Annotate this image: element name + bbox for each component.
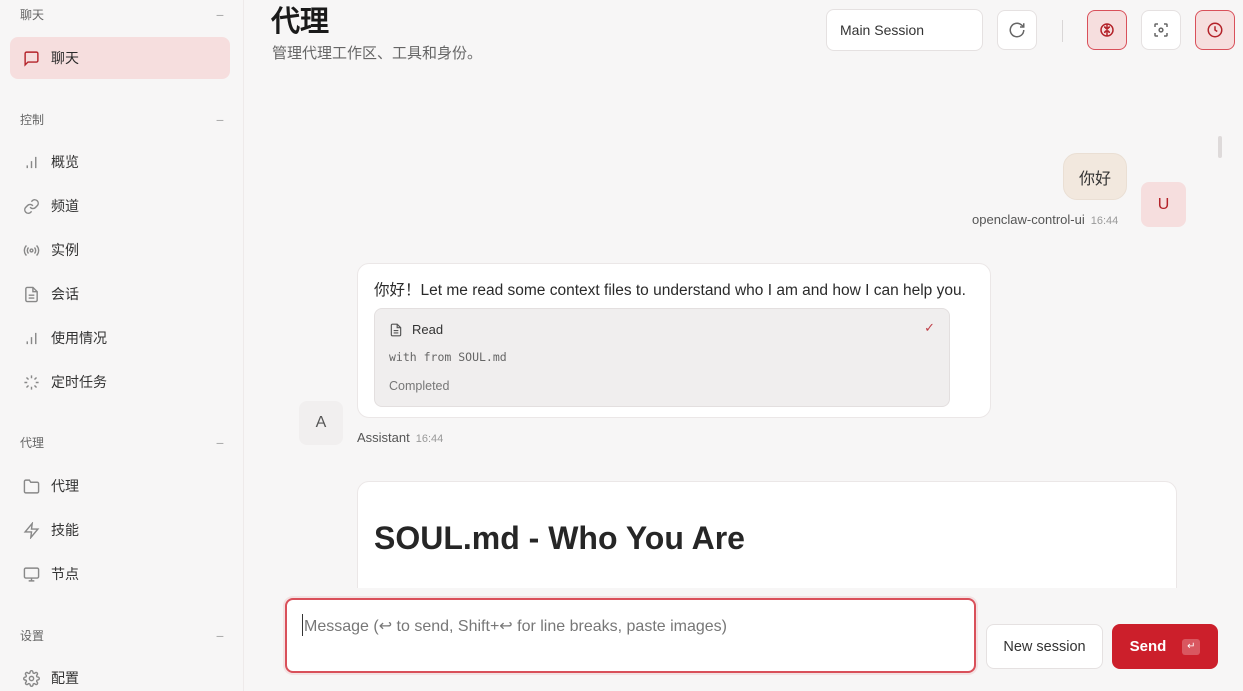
sidebar-item-channels[interactable]: 频道 xyxy=(10,185,230,227)
tool-call-header: Read xyxy=(389,322,443,337)
sidebar-item-label: 使用情况 xyxy=(51,330,107,346)
sidebar-section-title: 控制 xyxy=(20,113,45,127)
enter-key-icon: ↵ xyxy=(1182,638,1201,655)
refresh-icon xyxy=(1009,22,1025,38)
assistant-avatar-letter: A xyxy=(315,414,327,431)
user-message-bubble: 你好 xyxy=(1063,153,1127,200)
sidebar-item-label: 代理 xyxy=(51,478,79,494)
gear-icon xyxy=(22,669,40,687)
link-icon xyxy=(22,197,40,215)
send-button[interactable]: Send ↵ xyxy=(1112,624,1218,669)
lightning-icon xyxy=(22,521,40,539)
header-divider xyxy=(1062,20,1063,42)
bar-chart-icon xyxy=(22,329,40,347)
history-button[interactable] xyxy=(1195,10,1235,50)
message-input-container[interactable] xyxy=(285,598,976,673)
new-session-label: New session xyxy=(1003,638,1086,655)
sidebar: 聊天 − 聊天 控制 − 概览 频道 实例 会话 使用情况 定时任务 代理 − … xyxy=(0,0,244,691)
monitor-icon xyxy=(22,565,40,583)
broadcast-icon xyxy=(22,241,40,259)
page-title: 代理 xyxy=(271,6,330,38)
sidebar-item-instances[interactable]: 实例 xyxy=(10,229,230,271)
text-caret xyxy=(302,614,303,636)
sidebar-section-title: 聊天 xyxy=(20,8,45,22)
sidebar-section-settings[interactable]: 设置 − xyxy=(20,627,224,644)
tool-call-detail: with from SOUL.md xyxy=(389,350,507,364)
clock-icon xyxy=(1207,22,1223,38)
collapse-icon[interactable]: − xyxy=(216,113,224,127)
sidebar-item-label: 概览 xyxy=(51,154,79,170)
sidebar-item-label: 定时任务 xyxy=(51,374,107,390)
user-avatar-letter: U xyxy=(1157,195,1170,213)
sidebar-item-overview[interactable]: 概览 xyxy=(10,141,230,183)
assistant-avatar: A xyxy=(299,401,343,445)
assistant-message-text: 你好！Let me read some context files to und… xyxy=(374,282,966,299)
sidebar-item-skills[interactable]: 技能 xyxy=(10,509,230,551)
sidebar-item-label: 聊天 xyxy=(51,50,79,66)
sidebar-item-label: 配置 xyxy=(51,670,79,686)
sidebar-item-usage[interactable]: 使用情况 xyxy=(10,317,230,359)
sidebar-item-label: 频道 xyxy=(51,198,79,214)
sidebar-item-nodes[interactable]: 节点 xyxy=(10,553,230,595)
thinking-toggle-button[interactable] xyxy=(1087,10,1127,50)
tool-call-status: Completed xyxy=(389,379,450,393)
tool-call-name: Read xyxy=(412,322,444,337)
folder-icon xyxy=(22,477,40,495)
tool-call-card[interactable]: Read ✓ with from SOUL.md Completed xyxy=(374,308,950,407)
sidebar-item-agents[interactable]: 代理 xyxy=(10,465,230,507)
document-heading: SOUL.md - Who You Are xyxy=(374,520,745,556)
sidebar-item-label: 会话 xyxy=(51,286,79,302)
sidebar-section-title: 代理 xyxy=(20,436,45,450)
sidebar-section-control[interactable]: 控制 − xyxy=(20,111,224,128)
user-avatar: U xyxy=(1141,182,1186,227)
collapse-icon[interactable]: − xyxy=(216,629,224,643)
chat-scrollbar[interactable] xyxy=(1218,136,1222,158)
assistant-sender: Assistant xyxy=(357,430,410,445)
user-message-text: 你好 xyxy=(1078,170,1111,188)
assistant-message-bubble: 你好！Let me read some context files to und… xyxy=(357,263,991,418)
document-icon xyxy=(22,285,40,303)
focus-mode-button[interactable] xyxy=(1141,10,1181,50)
sidebar-item-chat[interactable]: 聊天 xyxy=(10,37,230,79)
send-label: Send xyxy=(1129,638,1167,655)
collapse-icon[interactable]: − xyxy=(216,436,224,450)
focus-icon xyxy=(1154,23,1168,37)
sidebar-section-chat[interactable]: 聊天 − xyxy=(20,6,224,23)
sidebar-item-label: 技能 xyxy=(51,522,79,538)
loader-icon xyxy=(22,373,40,391)
user-message-time: 16:44 xyxy=(1090,215,1119,227)
session-select-value: Main Session xyxy=(840,22,925,38)
chat-bubble-icon xyxy=(22,49,40,67)
bar-chart-icon xyxy=(22,153,40,171)
assistant-message-meta: Assistant 16:44 xyxy=(357,430,443,445)
user-sender: openclaw-control-ui xyxy=(972,212,1085,227)
sidebar-item-config[interactable]: 配置 xyxy=(10,657,230,691)
user-message-meta: openclaw-control-ui 16:44 xyxy=(972,212,1118,227)
sidebar-section-agents[interactable]: 代理 − xyxy=(20,434,224,451)
sidebar-section-title: 设置 xyxy=(20,629,45,643)
check-icon: ✓ xyxy=(924,320,935,335)
sidebar-item-sessions[interactable]: 会话 xyxy=(10,273,230,315)
sidebar-item-label: 节点 xyxy=(51,566,79,582)
brain-icon xyxy=(1100,23,1114,37)
document-icon xyxy=(390,323,402,336)
page-subtitle: 管理代理工作区、工具和身份。 xyxy=(272,45,483,62)
new-session-button[interactable]: New session xyxy=(986,624,1103,669)
message-input[interactable] xyxy=(287,600,974,671)
sidebar-item-label: 实例 xyxy=(51,242,79,258)
collapse-icon[interactable]: − xyxy=(216,8,224,22)
sidebar-item-cron[interactable]: 定时任务 xyxy=(10,361,230,403)
refresh-button[interactable] xyxy=(997,10,1037,50)
assistant-message-time: 16:44 xyxy=(415,433,444,445)
session-select[interactable]: Main Session xyxy=(826,9,983,51)
